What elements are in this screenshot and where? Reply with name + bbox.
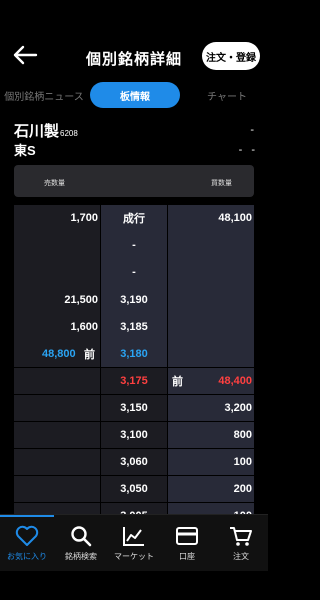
card-icon	[176, 527, 198, 545]
nav-stock-search-label: 銘柄検索	[65, 552, 97, 561]
buy-qty-cell: 48,100	[168, 205, 254, 232]
price-cell[interactable]: 3,050	[101, 475, 167, 503]
order-book-header: 売数量 買数量	[14, 165, 254, 197]
order-book-row-bid: 3,150 3,200	[14, 394, 254, 422]
price-cell[interactable]: -	[101, 259, 167, 286]
nav-market-label: マーケット	[114, 552, 154, 561]
price-cell[interactable]: -	[101, 232, 167, 259]
nav-stock-search[interactable]: 銘柄検索	[54, 515, 108, 571]
tab-bar: 個別銘柄ニュース 板情報 チャート	[0, 82, 268, 108]
tab-chart[interactable]: チャート	[186, 82, 268, 108]
buy-qty-cell: 200	[168, 475, 254, 503]
cart-icon	[230, 527, 252, 546]
search-icon	[71, 526, 92, 547]
sell-qty-cell: 1,700	[14, 205, 100, 232]
buy-qty-cell	[168, 286, 254, 313]
heart-icon	[15, 525, 39, 546]
tab-order-book[interactable]: 板情報	[90, 82, 180, 108]
price-cell[interactable]: 3,100	[101, 421, 167, 449]
buy-qty-cell	[168, 232, 254, 259]
order-book-row-ask: -	[14, 232, 254, 259]
nav-account[interactable]: 口座	[160, 515, 214, 571]
sell-qty-cell	[14, 259, 100, 286]
sell-qty-cell	[14, 394, 100, 422]
stock-value-1: -	[250, 124, 254, 136]
stock-exchange: 東S	[14, 143, 36, 158]
sell-qty-cell	[14, 448, 100, 476]
nav-account-label: 口座	[179, 552, 195, 561]
previous-close-marker: 前	[172, 375, 183, 388]
order-book-row-bid: 3,060 100	[14, 448, 254, 476]
order-book-row-ask: -	[14, 259, 254, 286]
order-book-row-bid: 3,100 800	[14, 421, 254, 449]
sell-qty-cell: 21,500	[14, 286, 100, 313]
buy-qty-cell	[168, 259, 254, 286]
sell-qty-cell	[14, 232, 100, 259]
sell-qty-header: 売数量	[44, 180, 65, 187]
sell-qty-cell	[14, 421, 100, 449]
order-book-row-ask: 1,700 成行 48,100	[14, 205, 254, 232]
price-cell[interactable]: 3,175	[101, 367, 167, 395]
nav-favorites-label: お気に入り	[7, 552, 47, 561]
order-book-row-bid: 3,175 48,400 前	[14, 367, 254, 395]
order-register-button[interactable]: 注文・登録	[202, 42, 260, 70]
price-cell[interactable]: 成行	[101, 205, 167, 232]
stock-name: 石川製6208	[14, 123, 78, 140]
buy-qty-header: 買数量	[211, 180, 232, 187]
buy-qty-cell	[168, 313, 254, 340]
order-book-row-ask: 1,600 3,185	[14, 313, 254, 340]
order-book: 1,700 成行 48,100- -21,500 3,190 1,600 3,185 48,8…	[14, 205, 254, 530]
sell-qty-cell: 1,600	[14, 313, 100, 340]
sell-qty-cell	[14, 367, 100, 395]
header: 個別銘柄詳細 注文・登録	[0, 0, 268, 80]
buy-qty-cell: 3,200	[168, 394, 254, 422]
stock-code: 6208	[60, 129, 78, 138]
nav-order[interactable]: 注文	[214, 515, 268, 571]
nav-order-label: 注文	[233, 552, 249, 561]
nav-favorites[interactable]: お気に入り	[0, 515, 54, 571]
order-book-row-ask: 48,800 3,180 前	[14, 340, 254, 367]
buy-qty-cell: 800	[168, 421, 254, 449]
price-cell[interactable]: 3,190	[101, 286, 167, 313]
price-cell[interactable]: 3,180	[101, 340, 167, 367]
sell-qty-cell	[14, 475, 100, 503]
tab-stock-news[interactable]: 個別銘柄ニュース	[0, 82, 88, 108]
order-book-row-bid: 3,050 200	[14, 475, 254, 503]
price-cell[interactable]: 3,185	[101, 313, 167, 340]
buy-qty-cell	[168, 340, 254, 367]
previous-close-marker: 前	[84, 348, 95, 361]
price-cell[interactable]: 3,150	[101, 394, 167, 422]
stock-value-2: - -	[238, 144, 258, 156]
bottom-nav: お気に入り 銘柄検索 マーケット 口座 注文	[0, 514, 268, 571]
chart-icon	[123, 527, 144, 546]
buy-qty-cell: 100	[168, 448, 254, 476]
nav-market[interactable]: マーケット	[107, 515, 161, 571]
price-cell[interactable]: 3,060	[101, 448, 167, 476]
order-book-row-ask: 21,500 3,190	[14, 286, 254, 313]
